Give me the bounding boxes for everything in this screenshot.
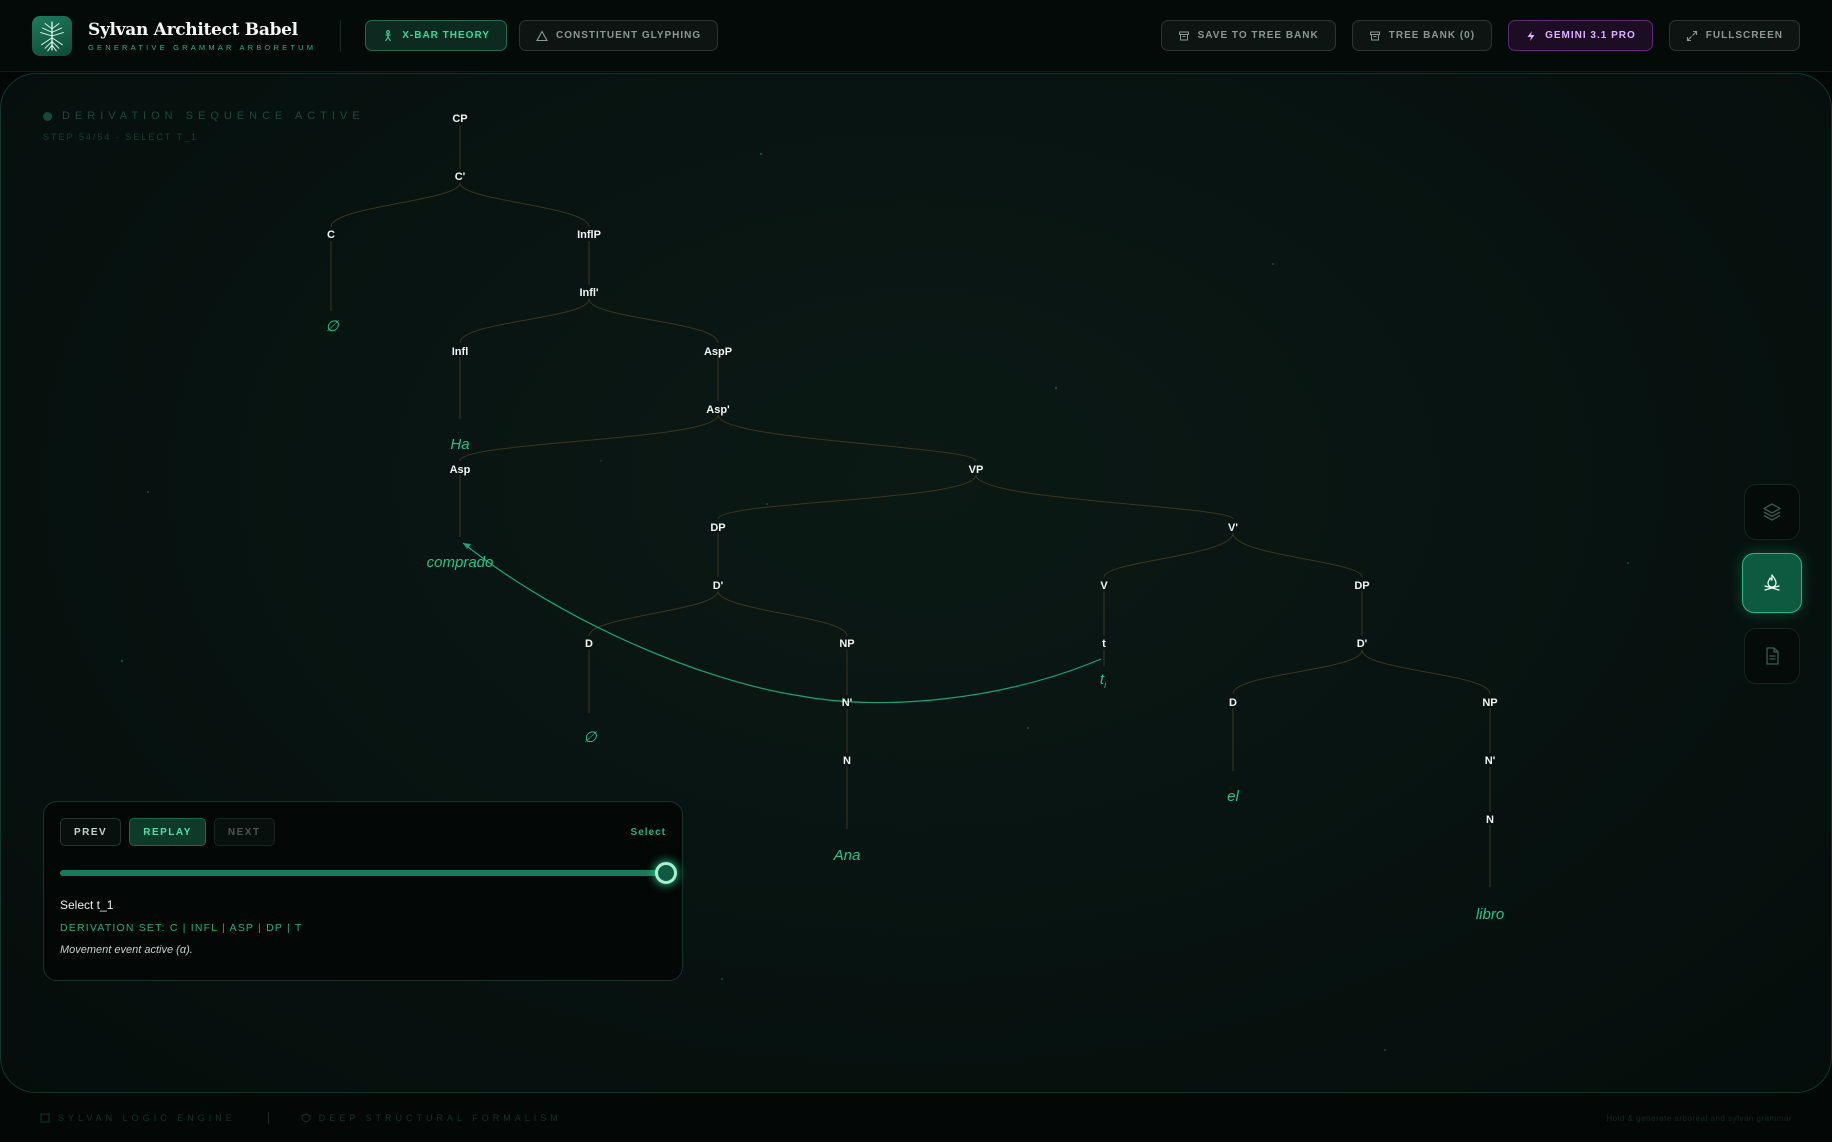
app-title: Sylvan Architect Babel	[88, 19, 298, 40]
brand: Sylvan Architect Babel GENERATIVE GRAMMA…	[88, 20, 316, 52]
document-tool-button[interactable]	[1744, 628, 1800, 684]
expand-icon	[1686, 30, 1697, 41]
replay-button[interactable]: REPLAY	[129, 818, 206, 846]
progress-fill	[60, 870, 666, 876]
header-divider	[340, 19, 342, 52]
triangle-icon	[536, 29, 548, 41]
tree-node[interactable]: D'	[713, 580, 724, 592]
tab-label: X-BAR THEORY	[402, 30, 490, 41]
footer-formalism-label: DEEP STRUCTURAL FORMALISM	[318, 1113, 562, 1123]
button-label: SAVE TO TREE BANK	[1197, 30, 1319, 41]
tree-node[interactable]: NP	[839, 638, 854, 650]
app-subtitle: GENERATIVE GRAMMAR ARBORETUM	[88, 42, 317, 52]
tree-node[interactable]: C'	[455, 171, 466, 183]
bolt-icon	[1527, 30, 1535, 41]
gemini-model-button[interactable]: GEMINI 3.1 PRO	[1508, 20, 1653, 51]
derivation-set: DERIVATION SET: C | INFL | ASP | DP | T	[60, 922, 303, 934]
tree-node[interactable]: D	[1229, 697, 1237, 709]
document-icon	[1766, 647, 1779, 665]
constituent-glyphing-tab[interactable]: CONSTITUENT GLYPHING	[518, 20, 719, 51]
tree-leaf[interactable]: libro	[1476, 906, 1504, 923]
tree-roots-logo-icon	[32, 15, 72, 56]
tree-bank-button[interactable]: TREE BANK (0)	[1351, 20, 1493, 51]
app-header: Sylvan Architect Babel GENERATIVE GRAMMA…	[0, 0, 1832, 72]
trace-leaf[interactable]: ti	[1100, 671, 1107, 690]
tree-leaf[interactable]: ∅	[583, 729, 597, 746]
tree-node[interactable]: DP	[710, 522, 725, 534]
x-bar-theory-tab[interactable]: X-BAR THEORY	[365, 20, 507, 51]
tree-node[interactable]: AspP	[704, 346, 732, 358]
mode-label[interactable]: Select	[631, 827, 666, 838]
slider-thumb[interactable]	[655, 862, 677, 884]
tree-node[interactable]: V'	[1228, 522, 1238, 534]
tree-node[interactable]: Infl	[452, 346, 469, 358]
tree-node[interactable]: D'	[1357, 638, 1368, 650]
derivation-control-panel: PREV REPLAY NEXT Select Select t_1 DERIV…	[43, 801, 683, 981]
tree-node[interactable]: DP	[1354, 580, 1369, 592]
archive-icon	[1369, 31, 1380, 40]
footer-note: Hold & generate arboreal and sylvan gram…	[1606, 1113, 1792, 1123]
tree-node[interactable]: NP	[1482, 697, 1497, 709]
button-label: FULLSCREEN	[1705, 30, 1783, 41]
layers-icon	[1763, 503, 1781, 521]
layers-tool-button[interactable]	[1744, 484, 1800, 540]
tab-label: CONSTITUENT GLYPHING	[555, 30, 702, 41]
person-tree-icon	[385, 29, 392, 41]
next-button[interactable]: NEXT	[213, 818, 275, 846]
prev-button[interactable]: PREV	[60, 818, 122, 846]
fullscreen-button[interactable]: FULLSCREEN	[1668, 20, 1800, 51]
tree-node-labels: CP C' C InflP Infl' Infl AspP Asp' Asp V…	[327, 113, 1498, 826]
footer-engine-label: SYLVAN LOGIC ENGINE	[58, 1113, 236, 1123]
tree-leaf[interactable]: el	[1227, 788, 1239, 805]
campfire-tool-button[interactable]	[1742, 553, 1802, 613]
app-footer: SYLVAN LOGIC ENGINE DEEP STRUCTURAL FORM…	[0, 1094, 1832, 1142]
tree-leaf[interactable]: comprado	[427, 554, 494, 571]
tree-node[interactable]: N'	[1485, 755, 1496, 767]
button-label: GEMINI 3.1 PRO	[1545, 30, 1636, 41]
shield-icon	[301, 1113, 311, 1123]
tree-canvas[interactable]: DERIVATION SEQUENCE ACTIVE STEP 54/54 · …	[0, 73, 1832, 1093]
tree-node[interactable]: N	[1486, 814, 1494, 826]
campfire-icon	[1764, 574, 1780, 591]
archive-icon	[1178, 31, 1189, 40]
tree-node[interactable]: CP	[452, 113, 467, 125]
chip-icon	[40, 1113, 50, 1123]
current-step-label: Select t_1	[60, 898, 114, 912]
tree-edges	[330, 125, 1491, 887]
tree-leaf[interactable]: Ana	[833, 847, 861, 864]
movement-arrow	[462, 542, 1102, 704]
save-to-tree-bank-button[interactable]: SAVE TO TREE BANK	[1160, 20, 1336, 51]
tree-node[interactable]: Asp	[450, 464, 471, 476]
button-label: TREE BANK (0)	[1388, 30, 1476, 41]
tree-leaf[interactable]: ∅	[325, 318, 339, 335]
tree-node[interactable]: N	[843, 755, 851, 767]
tree-node[interactable]: C	[327, 229, 335, 241]
tree-node[interactable]: Infl'	[579, 287, 598, 299]
tree-node[interactable]: InflP	[577, 229, 601, 241]
tree-node[interactable]: t	[1102, 638, 1106, 650]
footer-divider	[267, 1112, 269, 1124]
step-description: Movement event active (α).	[60, 944, 193, 956]
derivation-progress-slider[interactable]	[60, 862, 677, 884]
tree-node[interactable]: V	[1100, 580, 1108, 592]
tree-node[interactable]: Asp'	[706, 404, 730, 416]
tree-node[interactable]: N'	[842, 697, 853, 709]
tree-node[interactable]: VP	[969, 464, 984, 476]
tree-leaf[interactable]: Ha	[450, 436, 469, 453]
tree-node[interactable]: D	[585, 638, 593, 650]
